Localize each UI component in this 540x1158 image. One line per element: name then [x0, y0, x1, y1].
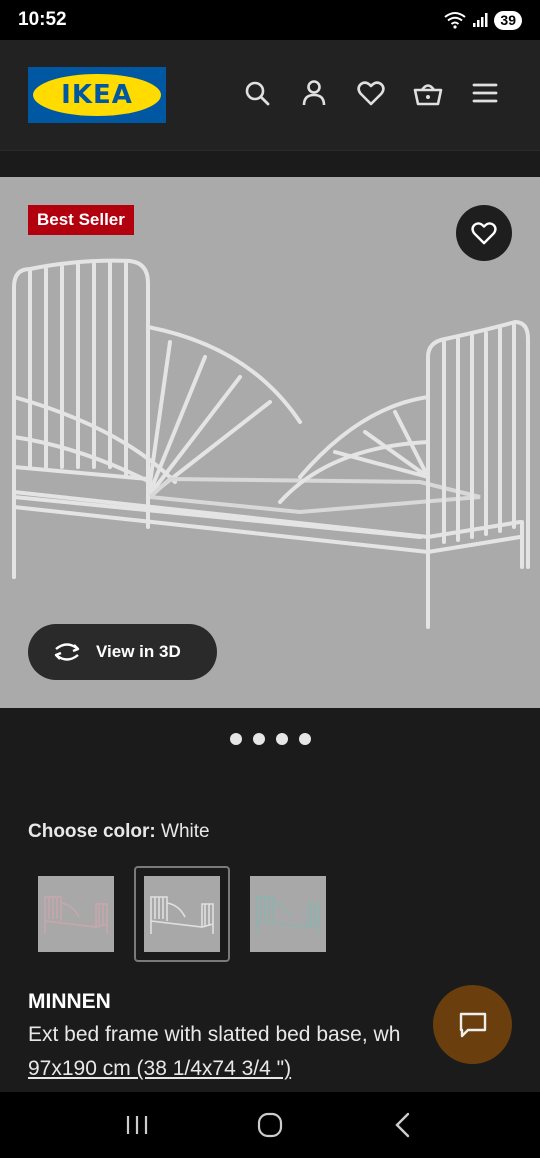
swatch-thumbnail [38, 876, 114, 952]
account-icon[interactable] [299, 78, 329, 108]
signal-icon [473, 13, 488, 27]
view-in-3d-label: View in 3D [96, 642, 181, 661]
bed-image [12, 258, 530, 629]
wishlist-icon[interactable] [356, 78, 386, 108]
basket-icon[interactable] [413, 78, 443, 108]
logo-oval: IKEA [33, 74, 161, 116]
swatch-thumbnail [250, 876, 326, 952]
carousel-dot[interactable] [229, 733, 242, 745]
logo-text: IKEA [61, 80, 133, 110]
header-divider [0, 150, 540, 177]
product-name: MINNEN [28, 990, 111, 1013]
color-swatches [28, 866, 336, 962]
product-size-link[interactable]: 97x190 cm (38 1/4x74 3/4 ") [28, 1057, 291, 1081]
menu-icon[interactable] [470, 78, 500, 108]
system-nav-bar [0, 1092, 540, 1158]
status-bar: 10:52 39 [0, 0, 540, 40]
battery-icon: 39 [494, 10, 522, 30]
status-icons: 39 [444, 10, 522, 30]
site-header: IKEA [0, 40, 540, 150]
color-chooser-label: Choose color: [28, 821, 156, 842]
carousel-dot[interactable] [252, 733, 265, 745]
recents-icon[interactable] [117, 1105, 157, 1145]
color-swatch-pink[interactable] [28, 866, 124, 962]
chat-button[interactable] [433, 985, 512, 1064]
color-swatch-turquoise[interactable] [240, 866, 336, 962]
chat-icon [459, 1012, 486, 1037]
header-actions [242, 78, 500, 108]
favorite-button[interactable] [456, 205, 512, 261]
product-description: Ext bed frame with slatted bed base, wh [28, 1023, 401, 1046]
rotate-icon [54, 643, 80, 661]
best-seller-badge: Best Seller [28, 205, 134, 235]
search-icon[interactable] [242, 78, 272, 108]
carousel-dot[interactable] [275, 733, 288, 745]
home-icon[interactable] [250, 1105, 290, 1145]
heart-icon [471, 222, 497, 245]
back-icon[interactable] [383, 1105, 423, 1145]
color-chooser-heading: Choose color: White [28, 821, 210, 843]
product-image-carousel[interactable]: Best Seller View in 3D [0, 177, 540, 708]
status-time: 10:52 [18, 9, 67, 30]
color-swatch-white[interactable] [134, 866, 230, 962]
wifi-icon [444, 12, 467, 29]
selected-color: White [161, 821, 210, 842]
view-in-3d-button[interactable]: View in 3D [28, 624, 217, 680]
carousel-pagination [0, 733, 540, 745]
ikea-logo[interactable]: IKEA [28, 67, 166, 123]
swatch-thumbnail [144, 876, 220, 952]
carousel-dot[interactable] [298, 733, 311, 745]
